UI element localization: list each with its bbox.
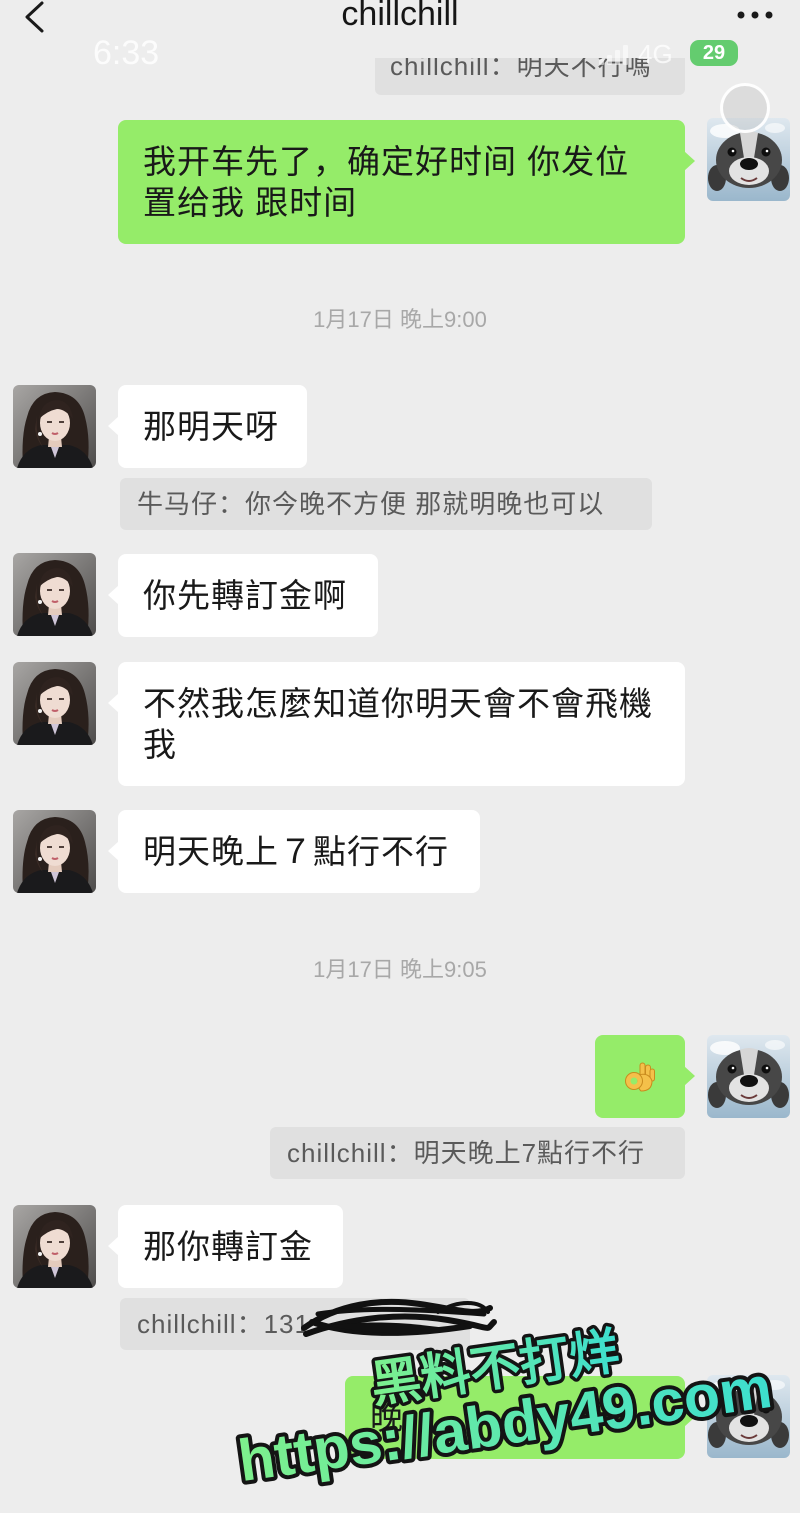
quote-message[interactable]: chillchill：明天晚上7點行不行: [270, 1127, 685, 1179]
chat-header: chillchill: [0, 0, 800, 58]
incoming-message-bubble[interactable]: 你先轉訂金啊: [108, 554, 378, 637]
message-timestamp: 1月17日 晚上9:05: [313, 957, 487, 982]
more-dots-icon: [737, 11, 773, 19]
my-avatar[interactable]: [707, 1375, 790, 1458]
incoming-message-bubble[interactable]: 不然我怎麼知道你明天會不會飛機 我: [108, 662, 685, 786]
contact-avatar[interactable]: [13, 1205, 96, 1288]
more-button[interactable]: [735, 8, 777, 22]
chevron-left-icon: [25, 1, 44, 33]
my-avatar[interactable]: [707, 1035, 790, 1118]
incoming-message-bubble[interactable]: 明天晚上７點行不行: [108, 810, 480, 893]
contact-avatar[interactable]: [13, 810, 96, 893]
contact-avatar[interactable]: [13, 385, 96, 468]
message-timestamp: 1月17日 晚上9:00: [313, 307, 487, 332]
ok-hand-emoji-icon: [625, 1062, 655, 1092]
contact-avatar[interactable]: [13, 662, 96, 745]
outgoing-message-bubble[interactable]: 晚: [345, 1376, 695, 1459]
incoming-message-bubble[interactable]: 那你轉訂金: [108, 1205, 343, 1288]
floating-assistive-button[interactable]: [720, 83, 770, 133]
incoming-message-bubble[interactable]: 那明天呀: [108, 385, 307, 468]
back-button[interactable]: [20, 0, 50, 34]
redaction-scribble: [301, 1298, 497, 1337]
chat-title: chillchill: [341, 0, 459, 33]
quote-message[interactable]: 牛马仔：你今晚不方便 那就明晚也可以: [120, 478, 652, 530]
outgoing-message-bubble[interactable]: 我开车先了，确定好时间 你发位 置给我 跟时间: [118, 120, 695, 244]
outgoing-emoji-bubble[interactable]: [595, 1035, 695, 1118]
contact-avatar[interactable]: [13, 553, 96, 636]
